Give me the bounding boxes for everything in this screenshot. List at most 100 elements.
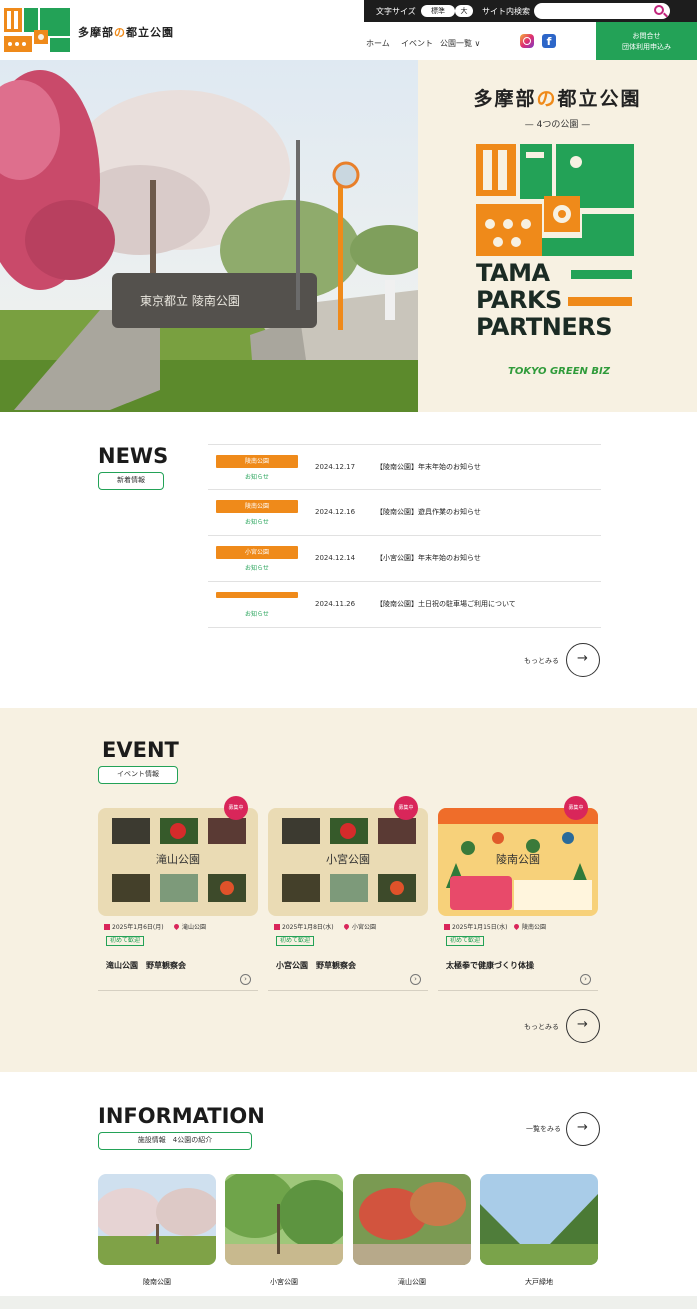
news-item[interactable]: 陵南公園 お知らせ 2024.12.16 【陵南公園】遊具作業のお知らせ — [208, 490, 601, 536]
event-date-text: 2025年1月6日(月) — [112, 924, 164, 931]
event-tag: イベント情報 — [98, 766, 178, 784]
information-more-label[interactable]: 一覧をみる — [526, 1124, 561, 1134]
event-location: 滝山公園 — [172, 922, 207, 931]
event-date-text: 2025年1月15日(水) — [452, 924, 508, 931]
event-image-label: 小宮公園 — [326, 852, 370, 866]
event-badge: 募集中 — [564, 796, 588, 820]
event-image-label: 陵南公園 — [496, 853, 540, 866]
calendar-icon — [104, 924, 110, 930]
event-date: 2025年1月15日(水) — [444, 922, 507, 931]
news-title[interactable]: 【小宮公園】年末年始のお知らせ — [376, 553, 481, 563]
divider — [98, 990, 258, 991]
contact-line: 団体利用申込み — [622, 43, 671, 51]
nav-home[interactable]: ホーム — [366, 38, 390, 49]
facebook-icon[interactable]: f — [542, 34, 556, 48]
font-size-standard-button[interactable]: 標準 — [421, 5, 455, 17]
news-date: 2024.12.17 — [315, 463, 356, 471]
news-type: お知らせ — [245, 611, 269, 618]
nav-event[interactable]: イベント — [401, 38, 433, 49]
calendar-icon — [444, 924, 450, 930]
event-more-arrow-icon[interactable] — [566, 1009, 600, 1043]
event-date-text: 2025年1月8日(水) — [282, 924, 334, 931]
park-card[interactable]: 小宮公園 — [215, 1170, 351, 1287]
tpp-line: PARTNERS — [476, 313, 612, 341]
news-date: 2024.12.16 — [315, 508, 356, 516]
information-heading: INFORMATION — [98, 1104, 265, 1128]
park-photo — [215, 1170, 351, 1265]
news-type: お知らせ — [245, 565, 269, 572]
news-category: 陵南公園 — [216, 500, 298, 513]
event-heading: EVENT — [102, 738, 179, 762]
divider — [268, 990, 428, 991]
news-date: 2024.11.26 — [315, 600, 356, 608]
park-card[interactable]: 滝山公園 — [353, 1174, 471, 1287]
font-size-large-button[interactable]: 大 — [455, 5, 473, 17]
event-date: 2025年1月6日(月) — [104, 922, 164, 931]
event-more-label[interactable]: もっとみる — [524, 1022, 559, 1032]
news-category — [216, 592, 298, 598]
instagram-icon[interactable] — [520, 34, 534, 48]
news-item[interactable]: 小宮公園 お知らせ 2024.12.14 【小宮公園】年末年始のお知らせ — [208, 536, 601, 582]
hero-title: 多摩部の都立公園 — [418, 84, 697, 111]
event-location-text: 陵南公園 — [522, 924, 547, 931]
contact-button[interactable]: お問合せ 団体利用申込み — [596, 22, 697, 60]
tokyo-green-biz-logo[interactable]: TOKYO GREEN BIZ — [504, 366, 614, 377]
news-item[interactable]: お知らせ 2024.11.26 【陵南公園】土日祝の駐車場ご利用について — [208, 582, 601, 628]
news-title[interactable]: 【陵南公園】土日祝の駐車場ご利用について — [376, 599, 516, 609]
sign-text: 東京都立 陵南公園 — [140, 293, 240, 308]
event-image: 滝山公園 — [98, 808, 258, 916]
information-section: INFORMATION 施設情報 4公園の紹介 一覧をみる 陵南公園 小宮公園 — [0, 1072, 697, 1296]
news-list: 陵南公園 お知らせ 2024.12.17 【陵南公園】年末年始のお知らせ 陵南公… — [208, 444, 601, 628]
event-title[interactable]: 小宮公園 野草観察会 — [276, 960, 356, 971]
hero-title-part: 多摩部 — [473, 88, 537, 110]
page: 多摩部の都立公園 文字サイズ 標準 大 サイト内検索 ホーム イベント 公園一覧… — [0, 0, 697, 1309]
arrow-right-icon[interactable]: › — [580, 974, 591, 985]
event-title[interactable]: 滝山公園 野草観察会 — [106, 960, 186, 971]
event-date: 2025年1月8日(水) — [274, 922, 334, 931]
event-image-label: 滝山公園 — [156, 853, 200, 866]
event-chip: 初めて歓迎 — [446, 936, 485, 946]
news-tag: 新着情報 — [98, 472, 164, 490]
park-card[interactable]: 陵南公園 — [94, 1174, 220, 1287]
event-location-text: 滝山公園 — [182, 924, 207, 931]
park-name: 小宮公園 — [270, 1278, 298, 1286]
park-card[interactable]: 大戸緑地 — [480, 1174, 598, 1287]
hero-photo: 東京都立 陵南公園 — [0, 60, 418, 412]
park-name: 大戸緑地 — [525, 1278, 553, 1286]
news-title[interactable]: 【陵南公園】年末年始のお知らせ — [376, 462, 481, 472]
arrow-right-icon[interactable]: › — [410, 974, 421, 985]
event-title[interactable]: 太極拳で健康づくり体操 — [446, 960, 534, 971]
site-header: 多摩部の都立公園 文字サイズ 標準 大 サイト内検索 ホーム イベント 公園一覧… — [0, 0, 697, 60]
news-category: 小宮公園 — [216, 546, 298, 559]
news-item[interactable]: 陵南公園 お知らせ 2024.12.17 【陵南公園】年末年始のお知らせ — [208, 444, 601, 490]
event-card[interactable]: 小宮公園 募集中 2025年1月8日(水) 小宮公園 初めて歓迎 小宮公園 野草… — [268, 796, 428, 993]
news-more-label[interactable]: もっとみる — [524, 656, 559, 666]
hero-title-no: の — [536, 88, 558, 110]
news-more-arrow-icon[interactable] — [566, 643, 600, 677]
site-name[interactable]: 多摩部の都立公園 — [78, 24, 174, 40]
news-section: NEWS 新着情報 陵南公園 お知らせ 2024.12.17 【陵南公園】年末年… — [0, 412, 697, 708]
news-title[interactable]: 【陵南公園】遊具作業のお知らせ — [376, 507, 481, 517]
park-name: 滝山公園 — [398, 1278, 426, 1286]
site-name-no: の — [114, 26, 126, 39]
utility-bar: 文字サイズ 標準 大 サイト内検索 — [364, 0, 697, 22]
event-chip: 初めて歓迎 — [276, 936, 315, 946]
park-photo — [353, 1174, 471, 1265]
event-location: 陵南公園 — [512, 922, 547, 931]
event-card[interactable]: 滝山公園 募集中 2025年1月6日(月) 滝山公園 初めて歓迎 滝山公園 野草… — [98, 796, 258, 993]
news-date: 2024.12.14 — [315, 554, 356, 562]
event-card[interactable]: 陵南公園 募集中 2025年1月15日(水) 陵南公園 初めて歓迎 太極拳で健康… — [438, 796, 598, 993]
event-location: 小宮公園 — [342, 922, 376, 931]
site-name-part: 多摩部 — [78, 26, 114, 39]
information-tag: 施設情報 4公園の紹介 — [98, 1132, 252, 1150]
search-input[interactable] — [534, 3, 670, 19]
site-logo[interactable] — [4, 8, 70, 52]
search-icon[interactable] — [654, 5, 664, 15]
information-more-arrow-icon[interactable] — [566, 1112, 600, 1146]
arrow-right-icon[interactable]: › — [240, 974, 251, 985]
event-image: 小宮公園 — [268, 808, 428, 916]
event-section: EVENT イベント情報 滝山公園 募集中 2025年1月6日(月) 滝山公園 … — [0, 708, 697, 1072]
event-badge: 募集中 — [394, 796, 418, 820]
nav-park-list[interactable]: 公園一覧 ∨ — [440, 38, 480, 49]
park-photo — [94, 1174, 220, 1265]
